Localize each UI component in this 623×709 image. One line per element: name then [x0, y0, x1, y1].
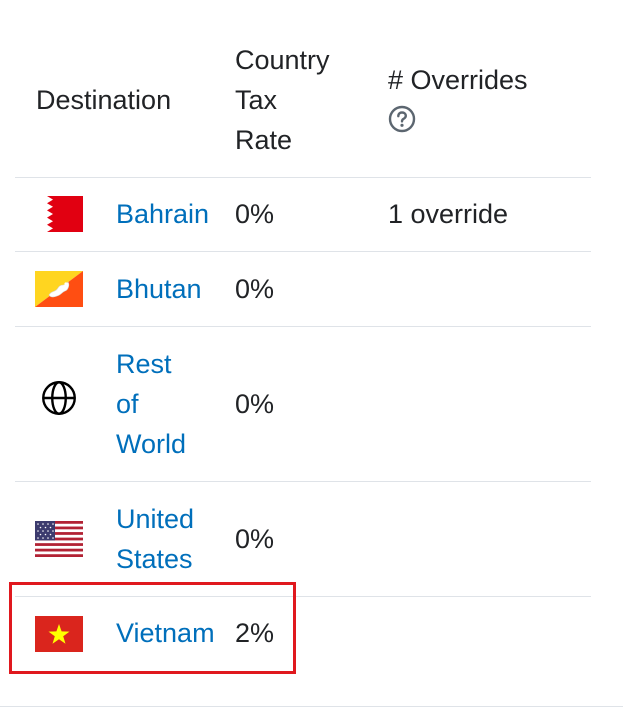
table-row: Bhutan 0% [15, 252, 591, 327]
table-row: Bahrain 0% 1 override [15, 178, 591, 252]
question-circle-icon[interactable] [388, 104, 416, 133]
destination-link-bahrain[interactable]: Bahrain [116, 194, 209, 234]
destination-name-line[interactable]: United [116, 499, 194, 539]
table-row: Vietnam 2% [15, 597, 591, 670]
destination-name-line[interactable]: of [116, 384, 186, 424]
bahrain-flag-icon [35, 196, 83, 232]
united-states-flag-icon [35, 521, 83, 557]
table-row: United States 0% [15, 482, 591, 597]
table-row: Rest of World 0% [15, 327, 591, 482]
column-header-rate-line: Tax [235, 85, 278, 115]
destination-name-line[interactable]: States [116, 539, 194, 579]
column-header-country-tax-rate: Country Tax Rate [235, 40, 375, 160]
column-header-destination: Destination [36, 85, 172, 115]
column-header-overrides-label: # Overrides [388, 65, 528, 95]
tax-rates-table: Destination Country Tax Rate # Overrides… [15, 0, 591, 670]
destination-link-united-states[interactable]: United States [116, 499, 194, 579]
column-header-rate-line: Country [235, 45, 330, 75]
override-count: 1 override [388, 199, 509, 229]
tax-rate-value: 2% [235, 618, 275, 648]
destination-link-rest-of-world[interactable]: Rest of World [116, 344, 186, 464]
destination-name-line[interactable]: World [116, 424, 186, 464]
tax-rate-value: 0% [235, 524, 275, 554]
destination-link-bhutan[interactable]: Bhutan [116, 269, 202, 309]
divider [0, 706, 623, 707]
tax-rate-value: 0% [235, 274, 275, 304]
globe-icon [42, 381, 76, 415]
destination-name-line[interactable]: Rest [116, 344, 186, 384]
destination-link-vietnam[interactable]: Vietnam [116, 613, 215, 653]
table-header: Destination Country Tax Rate # Overrides [15, 0, 591, 178]
bhutan-flag-icon [35, 271, 83, 307]
column-header-overrides: # Overrides [388, 60, 528, 144]
tax-rate-value: 0% [235, 389, 275, 419]
column-header-rate-line: Rate [235, 125, 293, 155]
tax-rate-value: 0% [235, 199, 275, 229]
vietnam-flag-icon [35, 616, 83, 652]
